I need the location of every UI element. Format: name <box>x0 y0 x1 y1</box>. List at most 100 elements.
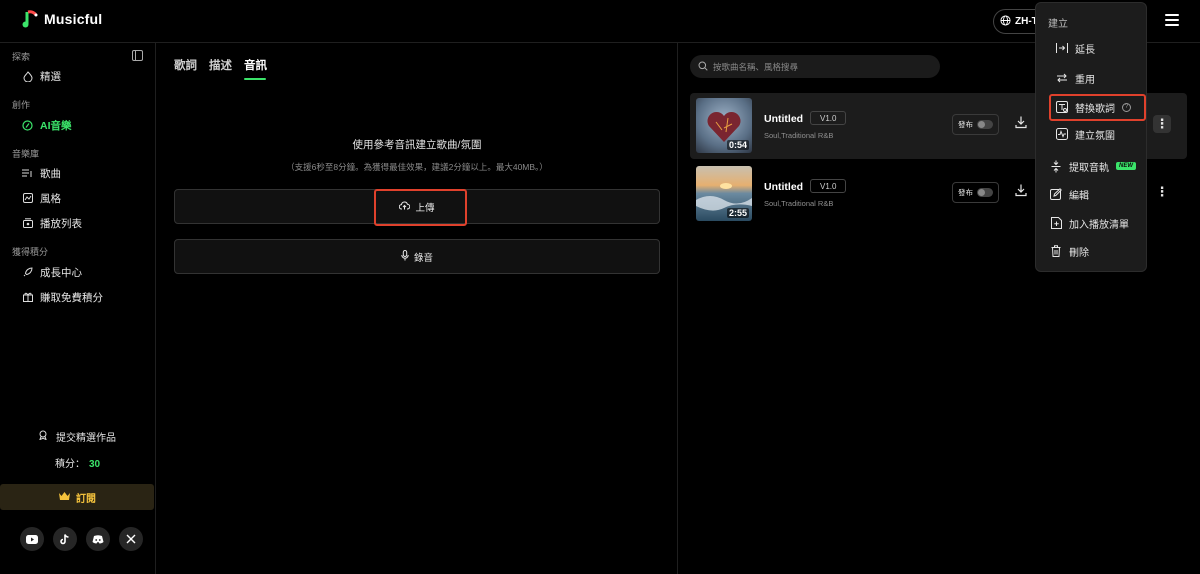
sidebar: 探索 精選 創作 AI音樂 音樂庫 歌曲 風格 播放列表 獲得積分 成長中心 賺… <box>0 43 156 574</box>
extract-icon <box>1050 160 1062 172</box>
sidebar-item-playlists[interactable]: 播放列表 <box>22 214 82 232</box>
song-title[interactable]: Untitled <box>764 113 803 125</box>
subscribe-button[interactable]: 訂閱 <box>0 484 154 510</box>
tab-description[interactable]: 描述 <box>209 57 232 78</box>
record-button[interactable]: 錄音 <box>174 239 660 274</box>
subscribe-label: 訂閱 <box>76 493 96 505</box>
rocket-icon <box>22 267 33 278</box>
menu-item-extract-stems[interactable]: 提取音軌 NEW <box>1050 158 1136 174</box>
section-label-points: 獲得積分 <box>12 247 49 257</box>
publish-label: 發布 <box>958 188 973 197</box>
replace-lyrics-highlight-box <box>1049 94 1146 121</box>
style-icon <box>22 193 33 204</box>
playlist-icon <box>22 218 33 229</box>
upload-highlight-box <box>374 189 467 226</box>
points-label: 積分： <box>55 459 85 470</box>
menu-item-label: 重用 <box>1075 74 1095 86</box>
song-context-menu: 建立 延長 重用 替換歌詞 ? 建立氛圍 提取音軌 NEW 編輯 加入播放清單 … <box>1035 2 1147 272</box>
sidebar-item-label: 播放列表 <box>40 217 82 230</box>
download-icon[interactable] <box>1014 183 1028 197</box>
globe-icon <box>1000 14 1011 29</box>
tab-lyrics[interactable]: 歌詞 <box>174 57 197 78</box>
song-cover[interactable]: 2:55 <box>696 166 752 221</box>
menu-item-label: 編輯 <box>1069 190 1089 202</box>
reference-audio-note: （支援6秒至8分鐘。為獲得最佳效果，建議2分鐘以上。最大40MB。） <box>286 162 548 172</box>
logo[interactable]: Musicful <box>22 9 102 29</box>
sidebar-item-ai-music[interactable]: AI音樂 <box>22 116 72 134</box>
logo-icon <box>22 9 38 29</box>
menu-item-create-vibe[interactable]: 建立氛圍 <box>1056 126 1115 142</box>
trash-icon <box>1050 245 1062 257</box>
song-duration: 0:54 <box>726 140 749 150</box>
publish-toggle[interactable]: 發布 <box>952 114 999 135</box>
extend-icon <box>1056 42 1068 54</box>
gift-icon <box>22 292 33 303</box>
menu-item-edit[interactable]: 編輯 <box>1050 186 1089 202</box>
download-icon[interactable] <box>1014 115 1028 129</box>
menu-header: 建立 <box>1048 19 1068 30</box>
reuse-icon <box>1056 72 1068 84</box>
sidebar-item-label: 歌曲 <box>40 167 61 180</box>
sidebar-item-earn-points[interactable]: 賺取免費積分 <box>22 288 103 306</box>
top-bar: Musicful ZH-T <box>0 0 1200 43</box>
menu-item-reuse[interactable]: 重用 <box>1056 70 1095 86</box>
social-links <box>20 527 143 551</box>
microphone-icon <box>401 249 409 264</box>
sidebar-item-label: 賺取免費積分 <box>40 291 103 304</box>
song-title[interactable]: Untitled <box>764 181 803 193</box>
more-options-icon[interactable]: ⋮ <box>1153 183 1171 201</box>
menu-item-label: 刪除 <box>1069 247 1089 259</box>
sidebar-item-label: AI音樂 <box>40 119 72 132</box>
submit-featured-work[interactable]: 提交精選作品 <box>38 429 116 444</box>
menu-item-label: 提取音軌 <box>1069 162 1109 174</box>
reference-audio-title: 使用參考音訊建立歌曲/氛圍 <box>352 139 482 151</box>
search-input[interactable]: 按歌曲名稱、風格搜尋 <box>690 55 940 78</box>
section-label-library: 音樂庫 <box>12 149 40 159</box>
create-tabs: 歌詞 描述 音訊 <box>174 57 267 80</box>
flame-icon <box>22 70 33 82</box>
award-icon <box>38 430 48 443</box>
edit-icon <box>1050 188 1062 200</box>
youtube-icon[interactable] <box>20 527 44 551</box>
discord-icon[interactable] <box>86 527 110 551</box>
music-note-icon <box>22 119 33 131</box>
tab-audio[interactable]: 音訊 <box>244 57 267 80</box>
x-icon[interactable] <box>119 527 143 551</box>
version-badge: V1.0 <box>810 111 847 125</box>
version-badge: V1.0 <box>810 179 847 193</box>
create-panel: 歌詞 描述 音訊 使用參考音訊建立歌曲/氛圍 （支援6秒至8分鐘。為獲得最佳效果… <box>156 43 678 574</box>
sidebar-item-label: 風格 <box>40 192 61 205</box>
points-value: 30 <box>89 459 101 470</box>
song-cover[interactable]: 0:54 <box>696 98 752 153</box>
sidebar-item-label: 成長中心 <box>40 266 82 279</box>
toggle-switch[interactable] <box>977 188 993 197</box>
sidebar-item-featured[interactable]: 精選 <box>22 67 61 85</box>
menu-icon[interactable] <box>1165 14 1179 26</box>
menu-item-add-to-playlist[interactable]: 加入播放清單 <box>1050 215 1129 231</box>
search-icon <box>698 61 708 73</box>
menu-item-delete[interactable]: 刪除 <box>1050 243 1089 259</box>
add-playlist-icon <box>1050 217 1062 229</box>
more-options-icon[interactable]: ⋮ <box>1153 115 1171 133</box>
collapse-sidebar-icon[interactable] <box>132 50 143 61</box>
submit-work-label: 提交精選作品 <box>56 433 116 444</box>
menu-item-label: 延長 <box>1075 44 1095 56</box>
toggle-switch[interactable] <box>977 120 993 129</box>
menu-item-label: 加入播放清單 <box>1069 219 1129 231</box>
sidebar-item-songs[interactable]: 歌曲 <box>22 164 61 182</box>
sidebar-item-growth-center[interactable]: 成長中心 <box>22 263 82 281</box>
publish-label: 發布 <box>958 120 973 129</box>
new-badge: NEW <box>1116 162 1136 170</box>
song-tags: Soul,Traditional R&B <box>764 131 834 140</box>
record-label: 錄音 <box>413 252 433 264</box>
section-label-create: 創作 <box>12 100 31 110</box>
search-placeholder: 按歌曲名稱、風格搜尋 <box>713 61 799 72</box>
song-tags: Soul,Traditional R&B <box>764 199 834 208</box>
vibe-icon <box>1056 128 1068 140</box>
sidebar-item-styles[interactable]: 風格 <box>22 189 61 207</box>
song-duration: 2:55 <box>726 208 749 218</box>
publish-toggle[interactable]: 發布 <box>952 182 999 203</box>
tiktok-icon[interactable] <box>53 527 77 551</box>
sidebar-item-label: 精選 <box>40 70 61 83</box>
menu-item-extend[interactable]: 延長 <box>1056 40 1095 56</box>
